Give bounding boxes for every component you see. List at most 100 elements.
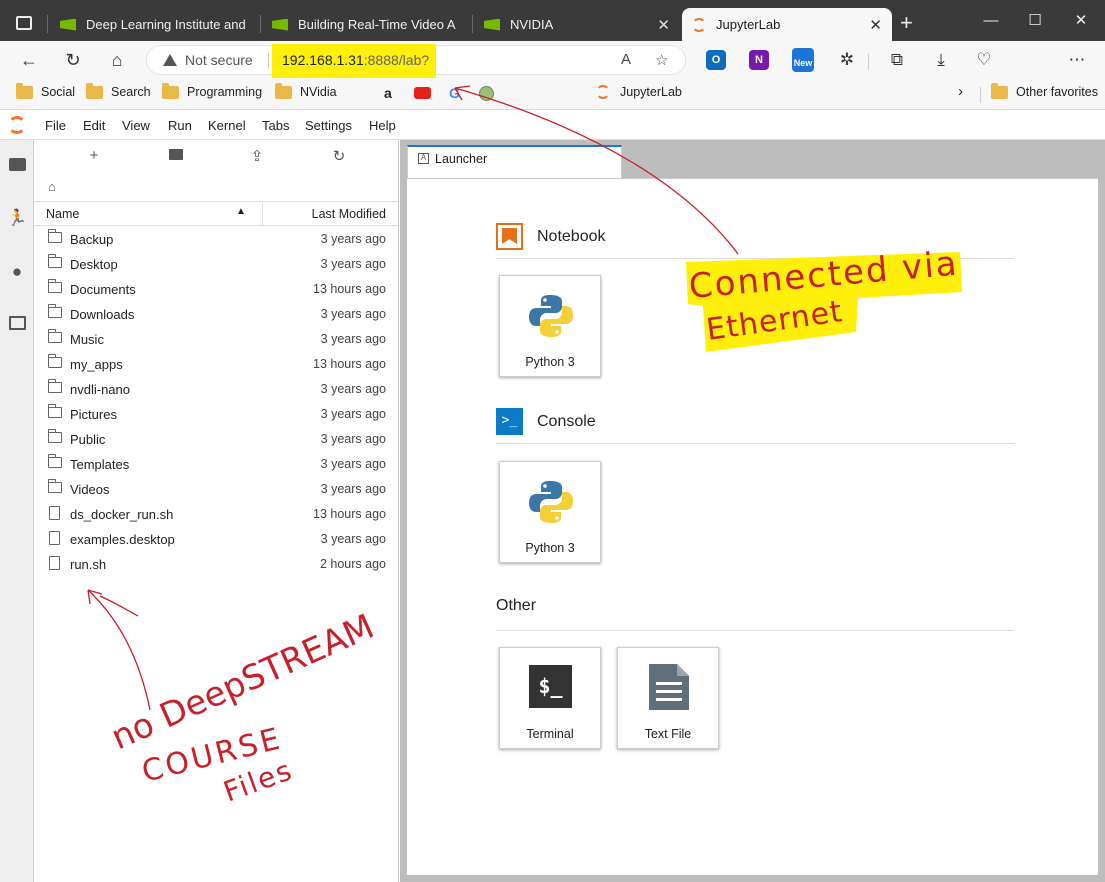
home-breadcrumb-icon[interactable]: ⌂ <box>48 179 56 194</box>
address-bar[interactable]: Not secure 192.168.1.31:8888/lab? A ☆ <box>146 44 686 78</box>
file-modified: 3 years ago <box>320 257 386 271</box>
column-modified-header[interactable]: Last Modified <box>312 207 386 221</box>
bookmark-nvidia[interactable]: NVidia <box>275 82 337 99</box>
menu-tabs[interactable]: Tabs <box>262 118 289 133</box>
file-icon <box>49 506 60 520</box>
file-modified: 3 years ago <box>320 332 386 346</box>
browser-tab-dli[interactable]: Deep Learning Institute and <box>50 8 258 41</box>
refresh-files-icon[interactable]: ↻ <box>329 147 349 165</box>
file-row[interactable]: examples.desktop 3 years ago <box>34 527 398 552</box>
card-label: Python 3 <box>525 541 575 555</box>
nvidia-favicon-icon <box>484 18 500 31</box>
bookmark-site-icon[interactable] <box>479 86 494 101</box>
minimize-button[interactable]: — <box>968 6 1014 36</box>
console-icon: >_ <box>496 408 523 435</box>
extensions-icon[interactable]: ✲ <box>836 50 858 70</box>
column-name-header[interactable]: Name <box>46 207 79 221</box>
file-row[interactable]: Public 3 years ago <box>34 427 398 452</box>
bookmark-social[interactable]: Social <box>16 82 75 99</box>
browser-tab-building-video[interactable]: Building Real-Time Video A <box>262 8 470 41</box>
file-row[interactable]: run.sh 2 hours ago <box>34 552 398 577</box>
bookmark-other-favorites[interactable]: Other favorites <box>991 82 1098 99</box>
bookmark-search[interactable]: Search <box>86 82 151 99</box>
file-browser-icon[interactable] <box>0 158 34 176</box>
folder-icon <box>47 379 62 393</box>
folder-icon <box>47 254 62 268</box>
running-kernels-icon[interactable]: 🏃 <box>0 208 34 228</box>
file-icon <box>49 531 60 545</box>
sort-ascending-icon[interactable]: ▲ <box>236 206 246 217</box>
file-modified: 3 years ago <box>320 457 386 471</box>
folder-icon <box>16 82 33 99</box>
file-row[interactable]: Pictures 3 years ago <box>34 402 398 427</box>
add-favorite-icon[interactable]: ☆ <box>655 51 668 69</box>
launcher-tab-icon: A <box>418 153 429 164</box>
favorites-bar: Social Search Programming NVidia a G Jup… <box>0 79 1105 110</box>
file-name: Documents <box>70 282 136 297</box>
url-text[interactable]: 192.168.1.31:8888/lab? <box>282 52 429 68</box>
text-file-card[interactable]: Text File <box>617 647 719 749</box>
new-folder-icon[interactable] <box>166 147 186 164</box>
menu-kernel[interactable]: Kernel <box>208 118 246 133</box>
close-window-button[interactable]: ✕ <box>1058 6 1104 36</box>
menu-edit[interactable]: Edit <box>83 118 105 133</box>
read-aloud-icon[interactable]: A <box>621 51 631 68</box>
new-extension-icon[interactable]: New <box>792 48 814 72</box>
onenote-extension-icon[interactable]: N <box>749 50 769 70</box>
outlook-extension-icon[interactable]: O <box>706 50 726 70</box>
security-indicator[interactable]: Not secure <box>163 52 253 68</box>
python-logo-icon <box>529 481 573 523</box>
downloads-icon[interactable]: ⤓ <box>930 50 952 70</box>
bookmark-amazon-icon[interactable]: a <box>384 85 392 101</box>
refresh-button[interactable]: ↻ <box>60 47 86 73</box>
terminal-card[interactable]: $_ Terminal <box>499 647 601 749</box>
file-name: Backup <box>70 232 114 247</box>
bookmark-jupyterlab[interactable]: JupyterLab <box>596 85 682 99</box>
tab-close-icon[interactable]: ✕ <box>869 16 882 34</box>
tabs-panel-icon[interactable] <box>0 316 34 335</box>
menu-view[interactable]: View <box>122 118 150 133</box>
new-tab-button[interactable]: + <box>900 10 913 36</box>
file-name: Videos <box>70 482 110 497</box>
console-section-header: >_ Console <box>496 408 596 435</box>
file-row[interactable]: Templates 3 years ago <box>34 452 398 477</box>
browser-tab-jupyterlab[interactable]: JupyterLab ✕ <box>682 8 892 41</box>
upload-icon[interactable]: ⇪ <box>247 147 267 165</box>
bookmark-youtube-icon[interactable] <box>414 87 431 99</box>
launcher-tab[interactable]: A Launcher <box>407 145 622 179</box>
nvidia-favicon-icon <box>60 18 76 31</box>
file-row[interactable]: Backup 3 years ago <box>34 227 398 252</box>
menu-file[interactable]: File <box>45 118 66 133</box>
file-row[interactable]: ds_docker_run.sh 13 hours ago <box>34 502 398 527</box>
bookmark-google-icon[interactable]: G <box>449 85 460 101</box>
maximize-button[interactable]: ☐ <box>1012 6 1058 36</box>
tab-label: NVIDIA <box>510 17 554 32</box>
bookmark-programming[interactable]: Programming <box>162 82 262 99</box>
browser-tab-nvidia[interactable]: NVIDIA ✕ <box>474 8 680 41</box>
tab-actions-icon[interactable] <box>16 16 32 30</box>
file-modified: 3 years ago <box>320 407 386 421</box>
property-palette-icon[interactable]: ● <box>0 262 34 282</box>
file-row[interactable]: my_apps 13 hours ago <box>34 352 398 377</box>
settings-more-icon[interactable]: ⋯ <box>1066 50 1088 70</box>
folder-icon <box>47 329 62 343</box>
file-row[interactable]: Desktop 3 years ago <box>34 252 398 277</box>
file-row[interactable]: nvdli-nano 3 years ago <box>34 377 398 402</box>
tab-close-icon[interactable]: ✕ <box>657 16 670 34</box>
file-row[interactable]: Music 3 years ago <box>34 327 398 352</box>
home-button[interactable]: ⌂ <box>104 47 130 73</box>
browser-essentials-icon[interactable]: ♡ <box>973 50 995 70</box>
file-row[interactable]: Documents 13 hours ago <box>34 277 398 302</box>
menu-settings[interactable]: Settings <box>305 118 352 133</box>
folder-icon <box>47 429 62 443</box>
back-button[interactable]: ← <box>16 47 42 73</box>
collections-icon[interactable]: ⧉ <box>886 50 908 70</box>
more-bookmarks-chevron-icon[interactable]: › <box>958 83 963 100</box>
console-python3-card[interactable]: Python 3 <box>499 461 601 563</box>
new-launcher-icon[interactable]: + <box>84 147 104 164</box>
menu-run[interactable]: Run <box>168 118 192 133</box>
file-row[interactable]: Downloads 3 years ago <box>34 302 398 327</box>
notebook-python3-card[interactable]: Python 3 <box>499 275 601 377</box>
file-row[interactable]: Videos 3 years ago <box>34 477 398 502</box>
menu-help[interactable]: Help <box>369 118 396 133</box>
